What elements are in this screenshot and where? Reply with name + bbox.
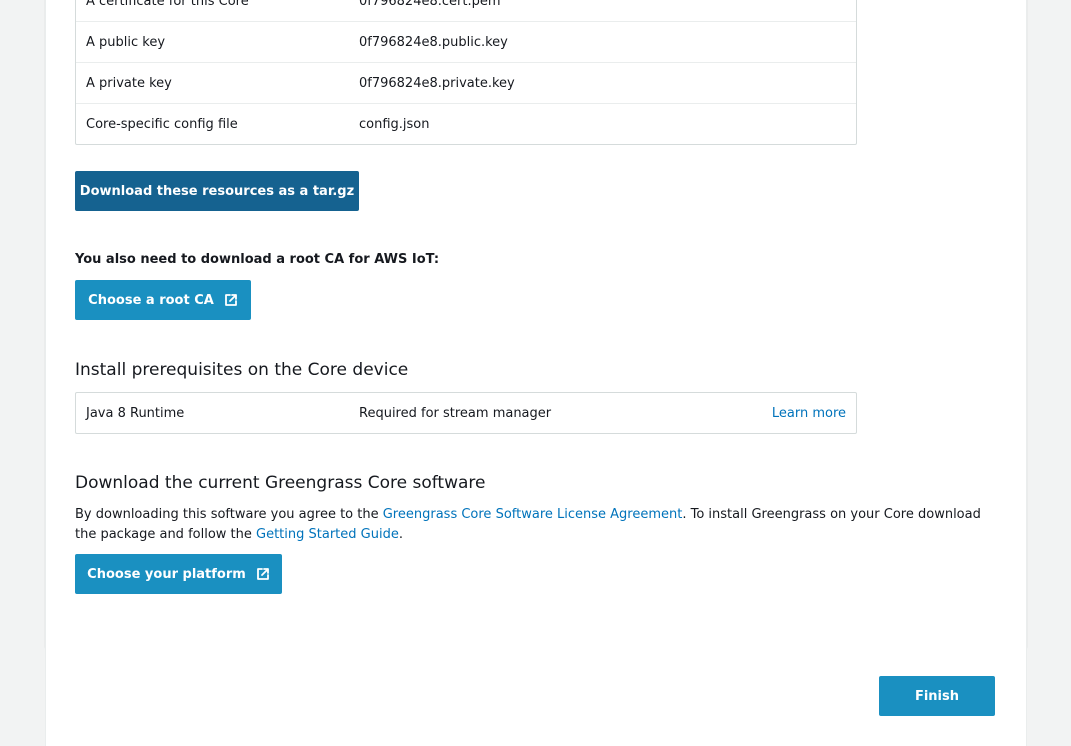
choose-platform-label: Choose your platform	[87, 566, 246, 582]
root-ca-prompt: You also need to download a root CA for …	[75, 252, 440, 267]
prerequisite-name: Java 8 Runtime	[86, 405, 185, 421]
download-resources-label: Download these resources as a tar.gz	[79, 183, 355, 199]
resource-filename: config.json	[359, 116, 430, 132]
resource-filename: 0f796824e8.private.key	[359, 75, 515, 91]
finish-button[interactable]: Finish	[879, 676, 995, 716]
download-resources-button[interactable]: Download these resources as a tar.gz	[75, 171, 359, 211]
table-row: Core-specific config file config.json	[76, 103, 856, 144]
resources-table: A certificate for this Core 0f796824e8.c…	[75, 0, 857, 145]
choose-root-ca-label: Choose a root CA	[88, 292, 214, 308]
resource-label: A certificate for this Core	[86, 0, 249, 9]
resource-filename: 0f796824e8.cert.pem	[359, 0, 501, 9]
external-link-icon	[224, 293, 238, 307]
prerequisite-requirement: Required for stream manager	[359, 405, 552, 421]
table-row: A private key 0f796824e8.private.key	[76, 62, 856, 103]
resource-label: Core-specific config file	[86, 116, 238, 132]
finish-label: Finish	[914, 688, 960, 704]
license-text-before: By downloading this software you agree t…	[75, 507, 383, 522]
core-software-heading: Download the current Greengrass Core sof…	[75, 473, 486, 493]
resource-label: A private key	[86, 75, 172, 91]
resource-label: A public key	[86, 34, 166, 50]
license-agreement-link[interactable]: Greengrass Core Software License Agreeme…	[383, 507, 683, 522]
license-text-after: .	[398, 527, 403, 542]
license-paragraph: By downloading this software you agree t…	[75, 505, 990, 545]
choose-root-ca-button[interactable]: Choose a root CA	[75, 280, 251, 320]
learn-more-link[interactable]: Learn more	[772, 406, 846, 421]
choose-platform-button[interactable]: Choose your platform	[75, 554, 282, 594]
prerequisites-heading: Install prerequisites on the Core device	[75, 360, 409, 380]
prerequisites-table: Java 8 Runtime Required for stream manag…	[75, 392, 857, 434]
resource-filename: 0f796824e8.public.key	[359, 34, 508, 50]
table-row: A public key 0f796824e8.public.key	[76, 21, 856, 62]
table-row: A certificate for this Core 0f796824e8.c…	[76, 0, 856, 21]
table-row: Java 8 Runtime Required for stream manag…	[76, 393, 856, 433]
getting-started-guide-link[interactable]: Getting Started Guide	[256, 527, 399, 542]
external-link-icon	[256, 567, 270, 581]
